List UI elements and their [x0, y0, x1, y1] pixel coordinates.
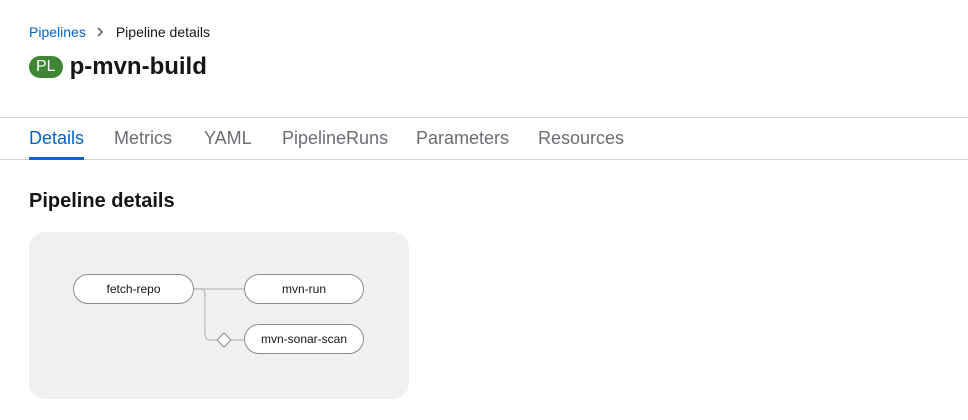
task-node-mvn-run[interactable]: mvn-run	[244, 274, 364, 304]
page-header: PL p-mvn-build	[29, 52, 207, 82]
tab-resources[interactable]: Resources	[538, 118, 624, 159]
tab-details[interactable]: Details	[29, 118, 85, 160]
tab-parameters[interactable]: Parameters	[416, 118, 509, 159]
breadcrumb: Pipelines Pipeline details	[29, 24, 210, 40]
tab-pipelineruns[interactable]: PipelineRuns	[282, 118, 388, 159]
breadcrumb-link-pipelines[interactable]: Pipelines	[29, 24, 86, 40]
tab-metrics[interactable]: Metrics	[114, 118, 172, 159]
tab-bar: Details Metrics YAML PipelineRuns Parame…	[0, 117, 968, 160]
page-title: p-mvn-build	[69, 53, 207, 80]
task-node-mvn-sonar-scan[interactable]: mvn-sonar-scan	[244, 324, 364, 354]
pipeline-graph: fetch-repo mvn-run mvn-sonar-scan	[29, 232, 409, 399]
breadcrumb-current: Pipeline details	[115, 24, 210, 40]
task-node-fetch-repo[interactable]: fetch-repo	[73, 274, 194, 304]
chevron-right-icon	[97, 27, 104, 37]
tab-yaml[interactable]: YAML	[204, 118, 252, 159]
pipeline-badge: PL	[29, 56, 63, 78]
pipeline-graph-edges	[194, 288, 244, 348]
edge-fetch-repo-to-mvn-sonar-scan	[194, 288, 244, 341]
section-title: Pipeline details	[29, 190, 175, 212]
when-expression-diamond-icon	[216, 332, 232, 348]
